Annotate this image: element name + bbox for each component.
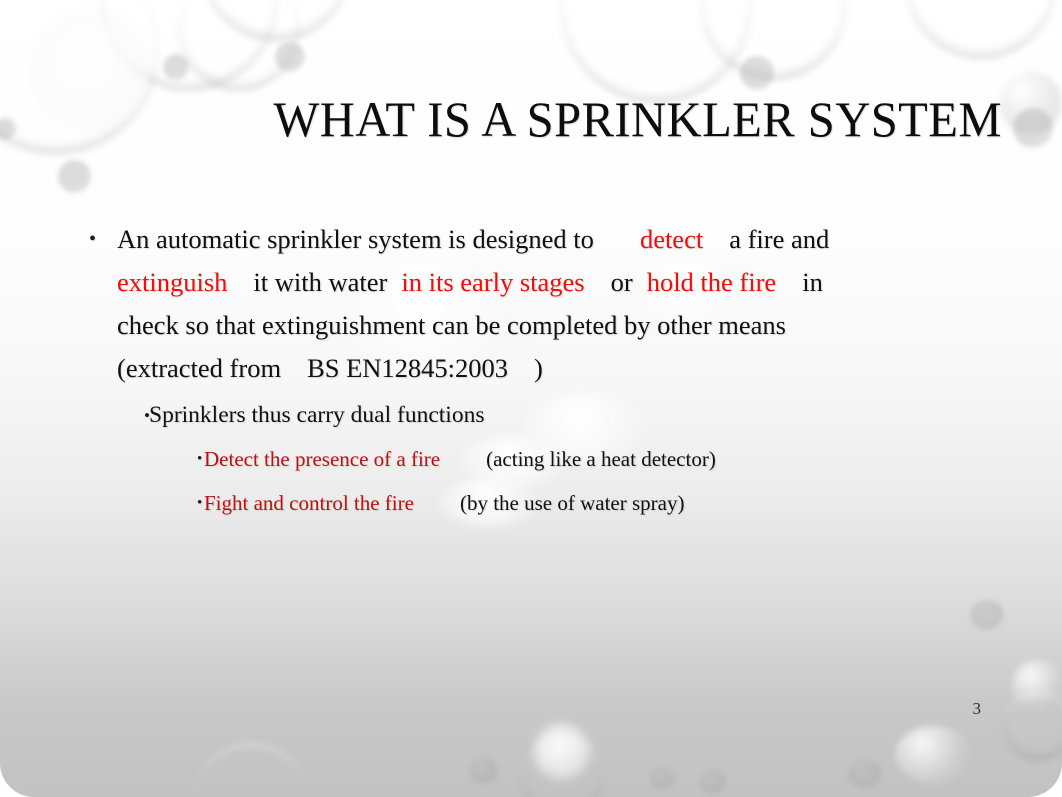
bullet-main-line1-text-a: An automatic sprinkler system is designe… — [117, 224, 594, 254]
bubble-decoration — [740, 56, 774, 90]
bullet-sub-label: Sprinklers thus carry dual functions — [149, 402, 485, 428]
bullet-main-line2-text-a: it with water — [253, 267, 388, 297]
bullet-main-line-3: check so that extinguishment can be comp… — [117, 310, 786, 340]
bubble-decoration — [100, 0, 278, 92]
bullet-function-fight: • Fight and control the fire (by the use … — [84, 483, 984, 524]
bullet-marker-icon: • — [144, 406, 150, 425]
bullet-function-fight-note: (by the use of water spray) — [459, 491, 685, 515]
bubble-decoration — [700, 0, 847, 81]
bubble-decoration — [470, 758, 498, 784]
bubble-decoration — [58, 160, 91, 193]
bubble-decoration — [534, 724, 590, 780]
bullet-function-detect-highlight: Detect the presence of a fire — [204, 447, 441, 471]
bullet-main-line2-highlight-hold-the-fire: hold the fire — [646, 267, 777, 297]
bullet-main-line4-standard-ref: BS EN12845:2003 — [307, 353, 509, 383]
body-content: • An automatic sprinkler system is desig… — [84, 218, 984, 524]
bubble-decoration — [178, 0, 300, 92]
bubble-decoration — [700, 770, 726, 794]
bullet-main-line2-highlight-early-stages: in its early stages — [401, 267, 585, 297]
bullet-main-line-4: (extracted from BS EN12845:2003) — [117, 347, 984, 390]
slide-canvas: WHAT IS A SPRINKLER SYSTEM • An automati… — [0, 0, 1062, 797]
bullet-main-line-1: An automatic sprinkler system is designe… — [117, 218, 984, 261]
bullet-function-detect-note: (acting like a heat detector) — [486, 447, 716, 471]
bullet-main-line4-text-a: (extracted from — [117, 353, 282, 383]
bubble-decoration — [1012, 660, 1062, 712]
bubble-decoration — [895, 726, 973, 784]
bubble-decoration — [163, 54, 189, 80]
bullet-main-line1-text-b: a fire and — [729, 224, 830, 254]
bullet-main-line2-highlight-extinguish: extinguish — [117, 267, 228, 297]
bubble-decoration — [1013, 108, 1053, 148]
bullet-marker-icon: • — [197, 451, 203, 467]
bullet-main-line4-text-b: ) — [534, 353, 543, 383]
bullet-main-line2-text-b: or — [610, 267, 633, 297]
page-title: WHAT IS A SPRINKLER SYSTEM — [273, 91, 1002, 147]
bubble-decoration — [200, 0, 352, 42]
bullet-sub-dual-functions: • Sprinklers thus carry dual functions — [84, 395, 984, 436]
bubble-decoration — [848, 760, 882, 788]
slide-number: 3 — [972, 699, 982, 718]
bubble-decoration — [650, 768, 674, 790]
bubble-decoration — [190, 742, 312, 797]
bubble-decoration — [970, 600, 1004, 630]
bullet-marker-icon: • — [197, 495, 203, 511]
bullet-function-detect: • Detect the presence of a fire (acting l… — [84, 439, 984, 480]
bubble-decoration — [1000, 72, 1062, 134]
bubble-decoration — [560, 0, 752, 104]
bullet-marker-icon: • — [89, 228, 97, 250]
bubble-decoration — [275, 42, 305, 72]
bubble-decoration — [520, 736, 604, 797]
bullet-main-line2-text-c: in — [802, 267, 823, 297]
bullet-main: • An automatic sprinkler system is desig… — [84, 218, 984, 390]
bubble-decoration — [1002, 690, 1062, 762]
bubble-decoration — [0, 118, 16, 140]
bullet-main-line1-highlight-detect: detect — [639, 224, 704, 254]
bullet-function-fight-highlight: Fight and control the fire — [204, 491, 414, 515]
bubble-decoration — [905, 0, 1057, 60]
bullet-main-line-2: extinguish it with water in its early stag… — [117, 261, 984, 304]
